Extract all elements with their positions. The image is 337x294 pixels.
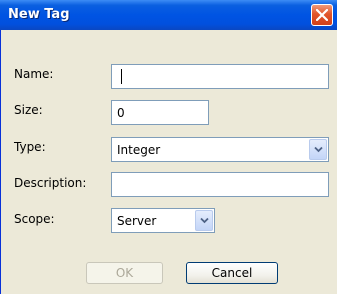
- scope-select[interactable]: Server: [111, 208, 215, 233]
- name-label: Name:: [14, 67, 54, 81]
- close-x-icon: [316, 9, 328, 21]
- close-button[interactable]: [311, 4, 333, 26]
- size-label: Size:: [14, 103, 43, 117]
- type-label: Type:: [14, 140, 46, 154]
- scope-label: Scope:: [14, 212, 55, 226]
- size-input[interactable]: 0: [111, 100, 209, 125]
- description-label: Description:: [14, 176, 87, 190]
- text-caret: [121, 69, 122, 84]
- cancel-button[interactable]: Cancel: [186, 262, 278, 284]
- new-tag-dialog: New Tag Name: Size: 0 Type: Integer Desc…: [0, 0, 337, 294]
- chevron-down-icon: [200, 217, 209, 224]
- type-select[interactable]: Integer: [111, 137, 329, 162]
- dialog-body: Name: Size: 0 Type: Integer Description:…: [0, 30, 337, 294]
- description-input[interactable]: [111, 172, 329, 197]
- chevron-down-icon: [314, 146, 323, 153]
- title-bar[interactable]: New Tag: [0, 0, 337, 30]
- name-input[interactable]: [111, 64, 329, 89]
- scope-dropdown-button[interactable]: [195, 210, 213, 231]
- type-dropdown-button[interactable]: [309, 139, 327, 160]
- ok-button[interactable]: OK: [86, 262, 163, 284]
- dialog-title: New Tag: [8, 7, 70, 22]
